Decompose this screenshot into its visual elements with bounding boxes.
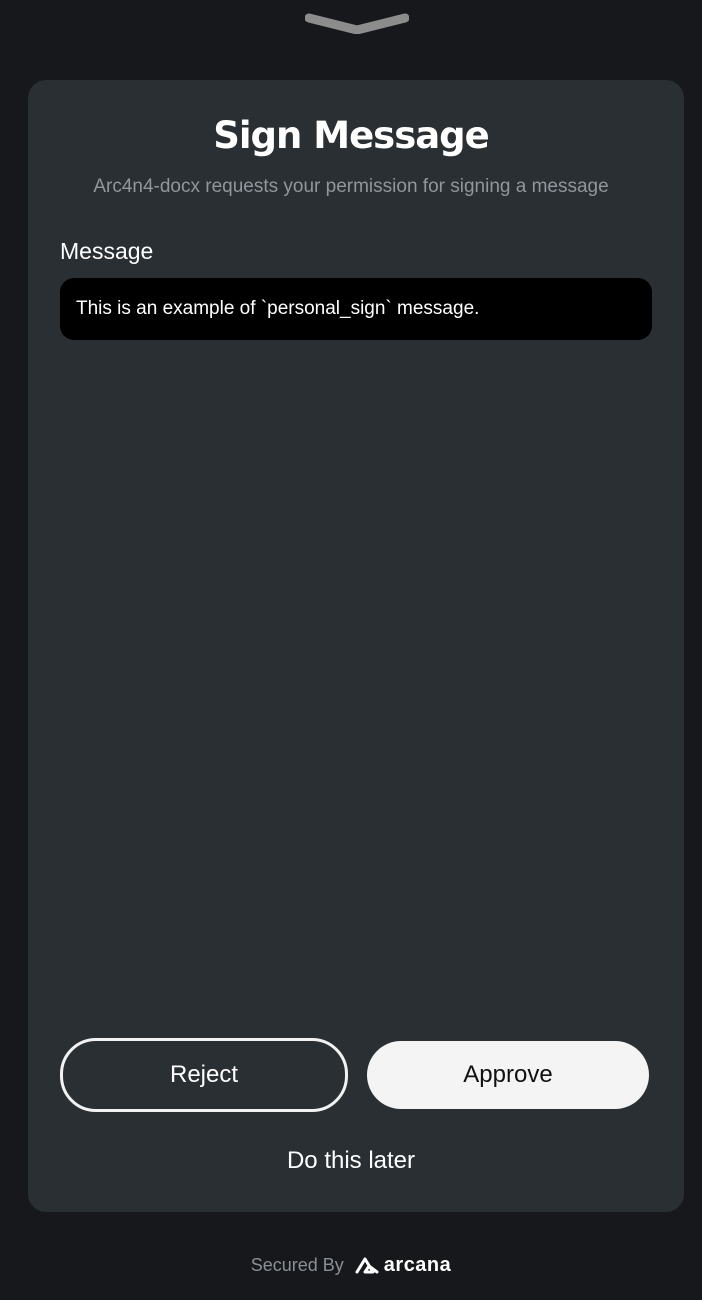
- arcana-wordmark: arcana: [383, 1253, 452, 1276]
- secured-by-label: Secured By: [250, 1254, 344, 1275]
- message-text: This is an example of `personal_sign` me…: [76, 298, 480, 319]
- collapse-chevron-icon[interactable]: [305, 10, 409, 34]
- reject-button[interactable]: Reject: [60, 1038, 348, 1112]
- page-title: Sign Message: [213, 114, 490, 157]
- do-this-later-link[interactable]: Do this later: [0, 1146, 702, 1176]
- message-label: Message: [60, 238, 154, 264]
- message-box: This is an example of `personal_sign` me…: [60, 278, 652, 340]
- request-subtitle: Arc4n4-docx requests your permission for…: [93, 176, 609, 197]
- wallet-popup: Sign Message Arc4n4-docx requests your p…: [0, 0, 702, 1300]
- approve-button[interactable]: Approve: [367, 1041, 649, 1109]
- arcana-logo: arcana: [354, 1254, 452, 1277]
- secured-by-footer: Secured By arcana: [0, 1250, 702, 1280]
- arcana-logo-icon: [355, 1257, 379, 1274]
